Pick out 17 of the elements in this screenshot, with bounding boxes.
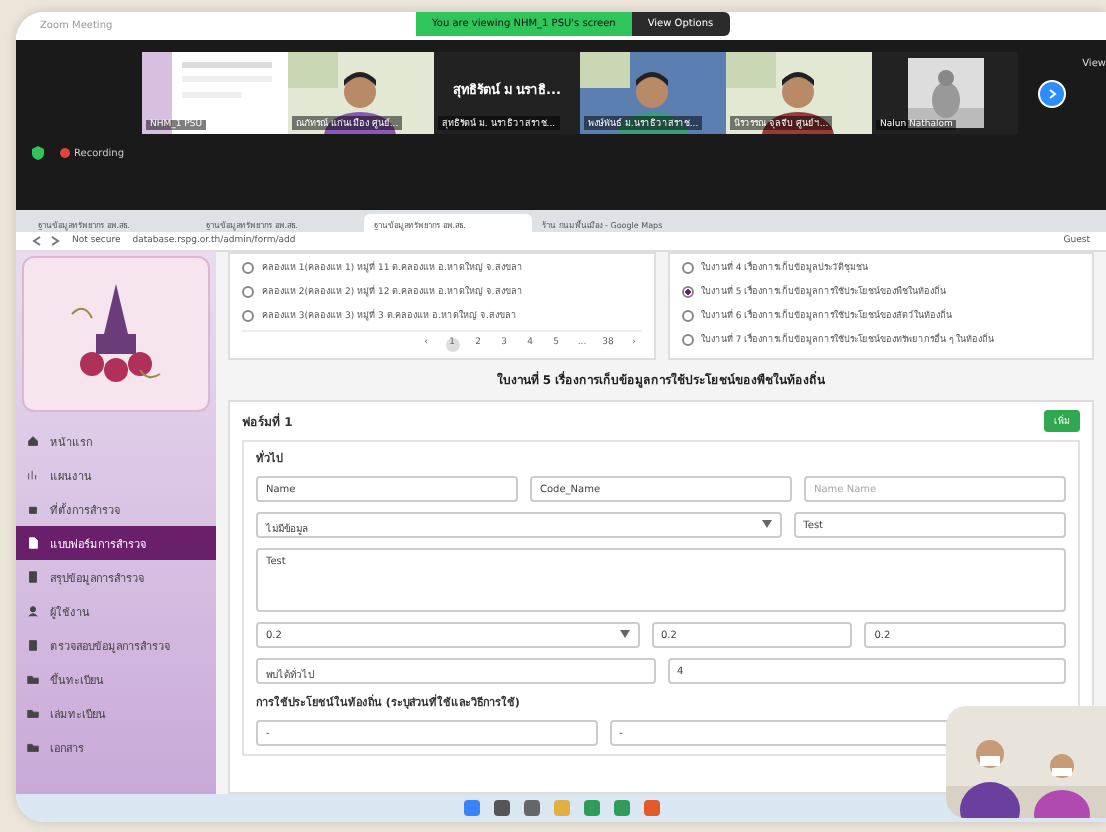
menu-item-icon	[26, 570, 40, 584]
logo-icon	[22, 256, 210, 412]
navigation-icon[interactable]	[32, 236, 60, 246]
menu-item-icon	[26, 468, 40, 482]
shield-icon	[32, 146, 44, 160]
caret-icon	[761, 520, 772, 528]
next-page-button[interactable]	[1038, 79, 1066, 107]
menu-item-icon	[26, 740, 40, 754]
menu-item-icon	[26, 672, 40, 686]
chevron-right-icon	[1046, 87, 1058, 99]
menu-item-icon	[26, 536, 40, 550]
caret-icon	[619, 630, 629, 638]
menu-item-icon	[26, 638, 40, 652]
menu-item-icon	[26, 502, 40, 516]
menu-item-icon	[26, 604, 40, 618]
menu-item-icon	[26, 434, 40, 448]
menu-item-icon	[26, 706, 40, 720]
